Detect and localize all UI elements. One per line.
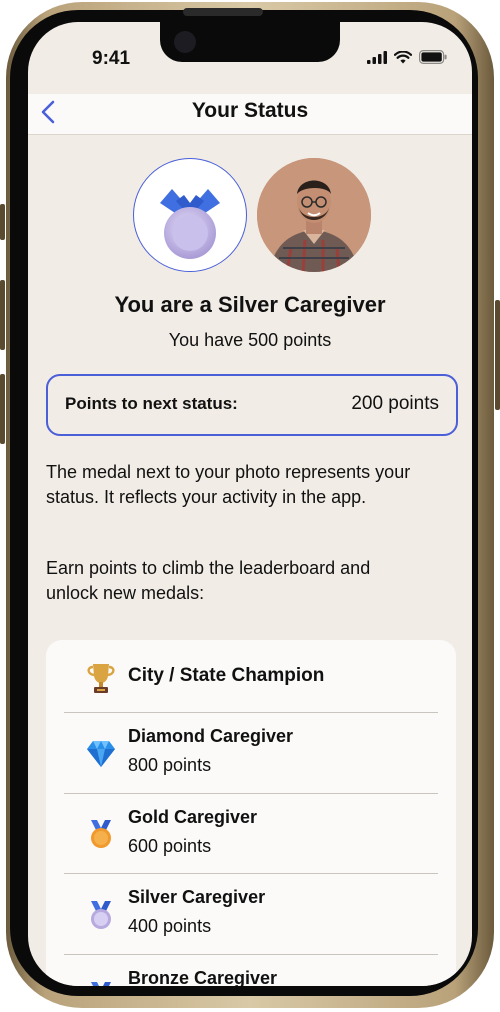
status-tiers-list: City / State Champion Diamond Caregiver …	[46, 640, 456, 986]
navigation-bar: Your Status	[28, 94, 472, 135]
next-status-label: Points to next status:	[65, 394, 238, 413]
status-icons	[367, 50, 447, 64]
power-button	[495, 300, 500, 410]
silver-medal-icon	[160, 189, 220, 259]
wifi-icon	[394, 50, 412, 63]
signal-icon	[367, 50, 387, 64]
medal-description-text: The medal next to your photo represents …	[46, 462, 411, 507]
tier-item-diamond: Diamond Caregiver 800 points	[64, 712, 438, 794]
tier-name: Diamond Caregiver	[128, 726, 294, 746]
earpiece-speaker	[183, 8, 263, 16]
status-headline: You are a Silver Caregiver	[114, 292, 386, 317]
tier-points: 400 points	[128, 916, 212, 936]
status-time: 9:41	[92, 48, 131, 69]
battery-icon	[419, 50, 447, 64]
tier-item-bronze: Bronze Caregiver	[64, 954, 438, 986]
status-medal-badge	[133, 158, 247, 272]
volume-down-button	[0, 374, 5, 444]
screen: 9:41 Your Status You are a Silver Caregi…	[28, 22, 472, 986]
tier-item-silver: Silver Caregiver 400 points	[64, 873, 438, 955]
bronze-medal-icon	[91, 982, 111, 986]
gold-medal-icon	[91, 820, 111, 848]
tier-item-gold: Gold Caregiver 600 points	[64, 793, 438, 874]
tier-name: City / State Champion	[128, 665, 325, 686]
volume-up-button	[0, 280, 5, 350]
page-title: Your Status	[191, 99, 309, 122]
tier-item-champion: City / State Champion	[64, 640, 438, 713]
tier-points: 600 points	[128, 836, 212, 856]
tier-name: Silver Caregiver	[128, 887, 266, 907]
notch	[160, 22, 340, 62]
silver-medal-icon	[91, 901, 111, 929]
next-status-value: 200 points	[351, 393, 439, 414]
earn-points-text: Earn points to climb the leaderboard and…	[46, 558, 371, 603]
tier-name: Bronze Caregiver	[128, 968, 278, 986]
diamond-icon	[87, 741, 115, 767]
profile-photo-avatar	[257, 158, 371, 272]
tier-points: 800 points	[128, 755, 212, 775]
trophy-icon	[87, 664, 115, 693]
mute-switch	[0, 204, 5, 240]
current-points-text: You have 500 points	[168, 330, 332, 350]
front-camera	[174, 31, 196, 53]
tier-name: Gold Caregiver	[128, 807, 258, 827]
profile-photo	[257, 158, 371, 272]
points-to-next-status-box: Points to next status: 200 points	[46, 374, 458, 436]
